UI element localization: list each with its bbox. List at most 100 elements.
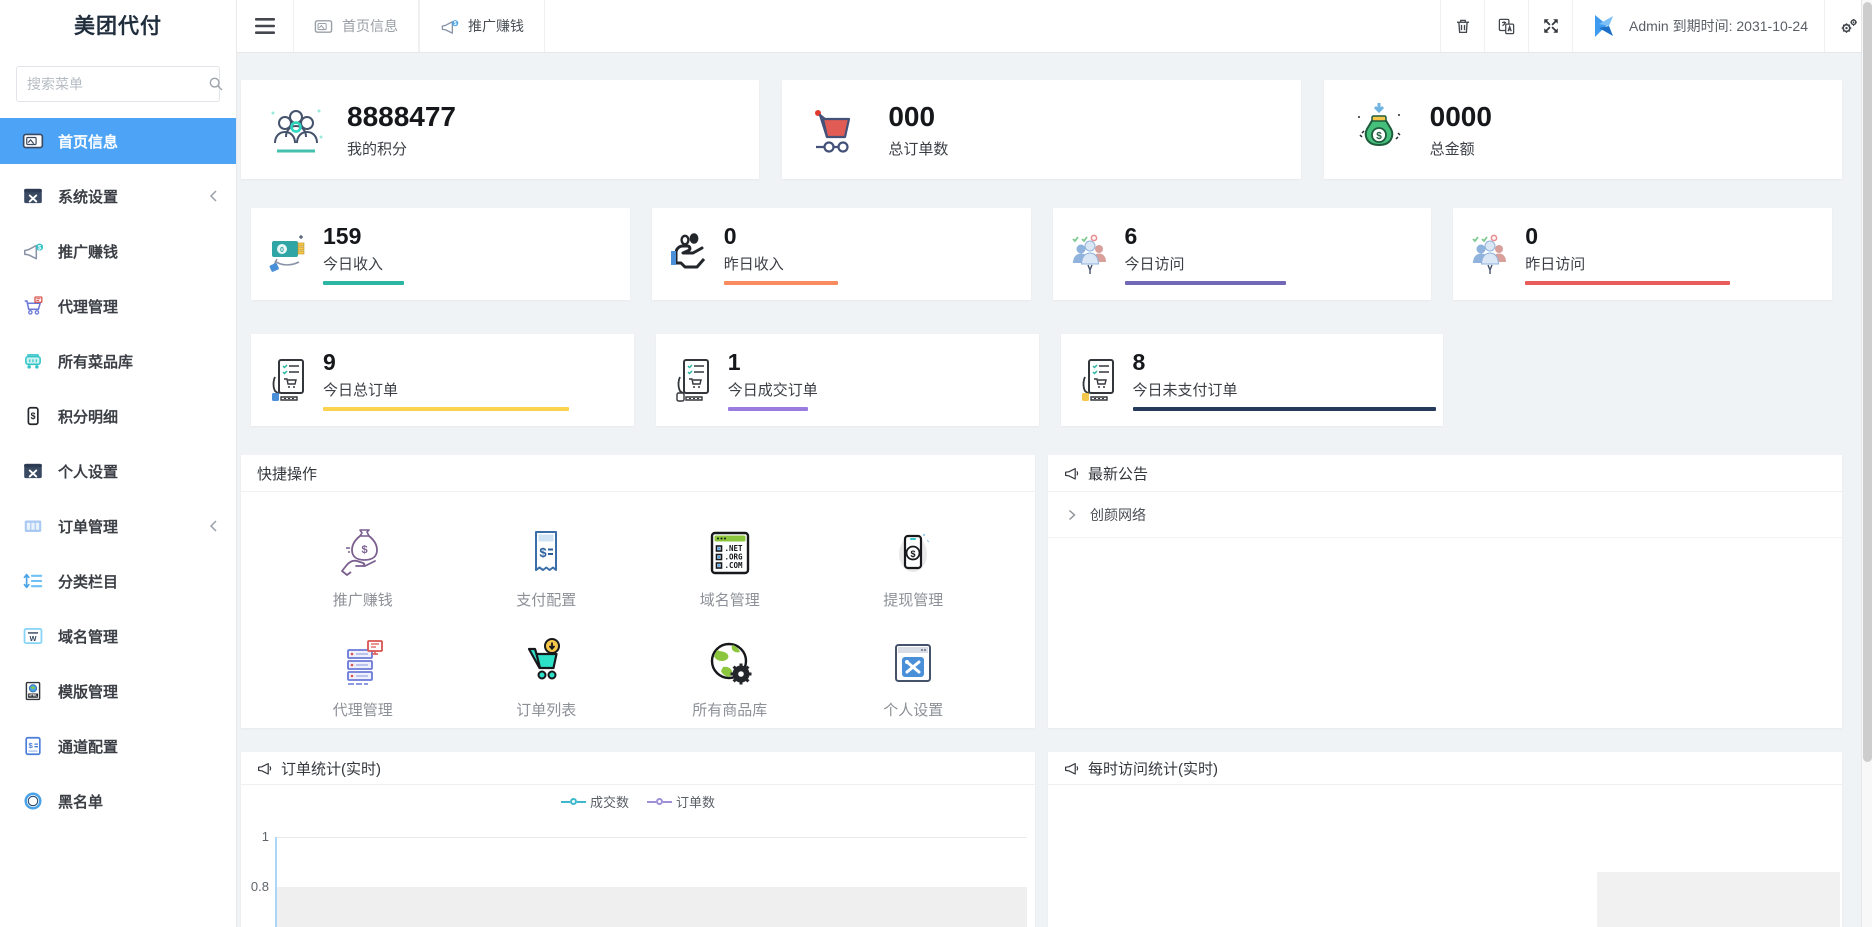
y-axis-line [275,837,277,927]
sidebar-item-dishes[interactable]: 所有菜品库 [0,338,236,384]
tab-promote[interactable]: $ 推广赚钱 [419,0,545,52]
svg-text:$: $ [540,545,548,560]
sidebar-item-points[interactable]: $ 积分明细 [0,393,236,439]
fullscreen-button[interactable] [1528,0,1572,52]
user-menu[interactable]: Admin 到期时间: 2031-10-24 [1572,0,1824,52]
menu-search[interactable] [16,66,223,102]
hourly-visits-chart [1048,785,1842,927]
quick-actions-grid: $ 推广赚钱 $ 支付配置 .NET .ORG .COM 域名管理 $ 提现管理… [241,492,1035,720]
topbar: 首页信息 $ 推广赚钱 Admin 到期时间: 2031-10-24 [237,0,1872,53]
stat-card-today-total-orders: 9 今日总订单 [251,334,634,426]
chevron-left-icon [207,189,221,203]
visitors-check-icon [1469,231,1515,277]
svg-text:$: $ [911,549,916,559]
quick-action-personal-settings[interactable]: 个人设置 [822,636,1006,720]
quick-actions-header: 快捷操作 [241,455,1035,492]
megaphone-icon [257,760,273,776]
panel-title: 每时访问统计(实时) [1088,760,1218,778]
browser-w-icon: w [22,625,44,647]
window-tools-icon [886,636,940,690]
people-group-icon [263,97,329,163]
stat-underline [1124,281,1286,285]
sidebar-item-domains[interactable]: w 域名管理 [0,613,236,659]
chart-split-band [277,887,1027,927]
stat-underline [323,407,569,411]
svg-text:.COM: .COM [724,561,743,570]
cart-download-icon [519,636,573,690]
announcement-item[interactable]: 创颜网络 [1048,492,1842,538]
stat-label: 昨日访问 [1525,256,1586,273]
svg-text:$: $ [31,411,36,421]
tab-home[interactable]: 首页信息 [293,0,419,52]
svg-text:HTML: HTML [29,694,38,698]
announcements-panel: 最新公告 创颜网络 [1048,455,1842,728]
sidebar-item-promote[interactable]: $ 推广赚钱 [0,228,236,274]
sidebar-item-categories[interactable]: 分类栏目 [0,558,236,604]
globe-gear-icon [703,636,757,690]
stat-label: 总金额 [1429,140,1475,158]
quick-action-order-list[interactable]: 订单列表 [455,636,639,720]
hourly-visits-chart-panel: 每时访问统计(实时) [1048,752,1842,927]
stat-label: 昨日收入 [723,256,784,273]
red-cart-icon [804,97,870,163]
stat-card-today-completed-orders: 1 今日成交订单 [655,334,1039,426]
user-expiry-text: Admin 到期时间: 2031-10-24 [1629,18,1808,34]
megaphone-icon [1064,465,1080,481]
sidebar: 美团代付 首页信息 系统设置 $ 推广赚钱 [0,0,237,927]
order-stats-chart-panel: 订单统计(实时) 成交数 订单数 1 0.8 0.6 [241,752,1035,927]
receipt-dollar-icon: $ [519,526,573,580]
stat-label: 今日总订单 [323,382,399,399]
stat-card-yesterday-income: 0 昨日收入 [651,208,1031,300]
quick-action-withdrawals[interactable]: $ 提现管理 [822,526,1006,610]
hamburger-icon [255,18,275,34]
panel-title: 最新公告 [1088,465,1149,483]
sidebar-item-blacklist[interactable]: 黑名单 [0,778,236,824]
stat-card-total-amount: $ 0000 总金额 [1323,80,1842,179]
vertical-scrollbar[interactable] [1861,0,1872,927]
sidebar-item-order-management[interactable]: 订单管理 [0,503,236,549]
quick-action-all-products[interactable]: 所有商品库 [638,636,822,720]
quick-action-promote[interactable]: $ 推广赚钱 [271,526,455,610]
sidebar-item-home[interactable]: 首页信息 [0,118,236,164]
translate-button[interactable] [1484,0,1528,52]
stat-value: 0 [723,223,737,249]
search-input[interactable] [27,76,208,92]
order-box-icon [22,515,44,537]
megaphone-coin-icon: $ [22,240,44,262]
legend-deals[interactable]: 成交数 [560,792,629,811]
stat-label: 今日收入 [323,256,384,273]
stat-value: 000 [888,100,936,132]
stat-label: 今日访问 [1124,256,1185,273]
stat-card-yesterday-visits: 0 昨日访问 [1453,208,1832,300]
main-content: 8888477 我的积分 000 总订单数 $ 0000 总金额 0 159 今… [0,0,1872,927]
sidebar-item-channels[interactable]: $ 通道配置 [0,723,236,769]
quick-action-agents[interactable]: 代理管理 [271,636,455,720]
quick-action-domains[interactable]: .NET .ORG .COM 域名管理 [638,526,822,610]
stat-value: 6 [1124,223,1138,249]
quick-action-payment-config[interactable]: $ 支付配置 [455,526,639,610]
sidebar-item-system-settings[interactable]: 系统设置 [0,173,236,219]
svg-text:$: $ [361,544,367,556]
home-card-icon [314,17,333,36]
hourly-visits-header: 每时访问统计(实时) [1048,752,1842,785]
sidebar-item-personal-settings[interactable]: 个人设置 [0,448,236,494]
sidebar-item-templates[interactable]: HTML 模版管理 [0,668,236,714]
stat-value: 0000 [1429,100,1492,132]
window-tools-icon [22,460,44,482]
svg-text:$: $ [29,741,34,750]
svg-text:0: 0 [280,247,284,254]
hamburger-button[interactable] [237,0,293,52]
chevron-right-icon [1066,509,1078,521]
window-tools-icon [22,185,44,207]
money-bag-icon: $ [1346,97,1412,163]
quick-actions-panel: 快捷操作 $ 推广赚钱 $ 支付配置 .NET .ORG .COM 域名管理 $… [241,455,1035,728]
clear-cache-button[interactable] [1440,0,1484,52]
avatar [1589,11,1620,41]
phone-dollar-icon: $ [886,526,940,580]
megaphone-icon [1064,760,1080,776]
stat-underline [727,407,808,411]
scrollbar-thumb[interactable] [1863,2,1872,762]
order-receipt-icon [672,357,718,403]
legend-orders[interactable]: 订单数 [647,792,715,811]
sidebar-item-agents[interactable]: 代理管理 [0,283,236,329]
